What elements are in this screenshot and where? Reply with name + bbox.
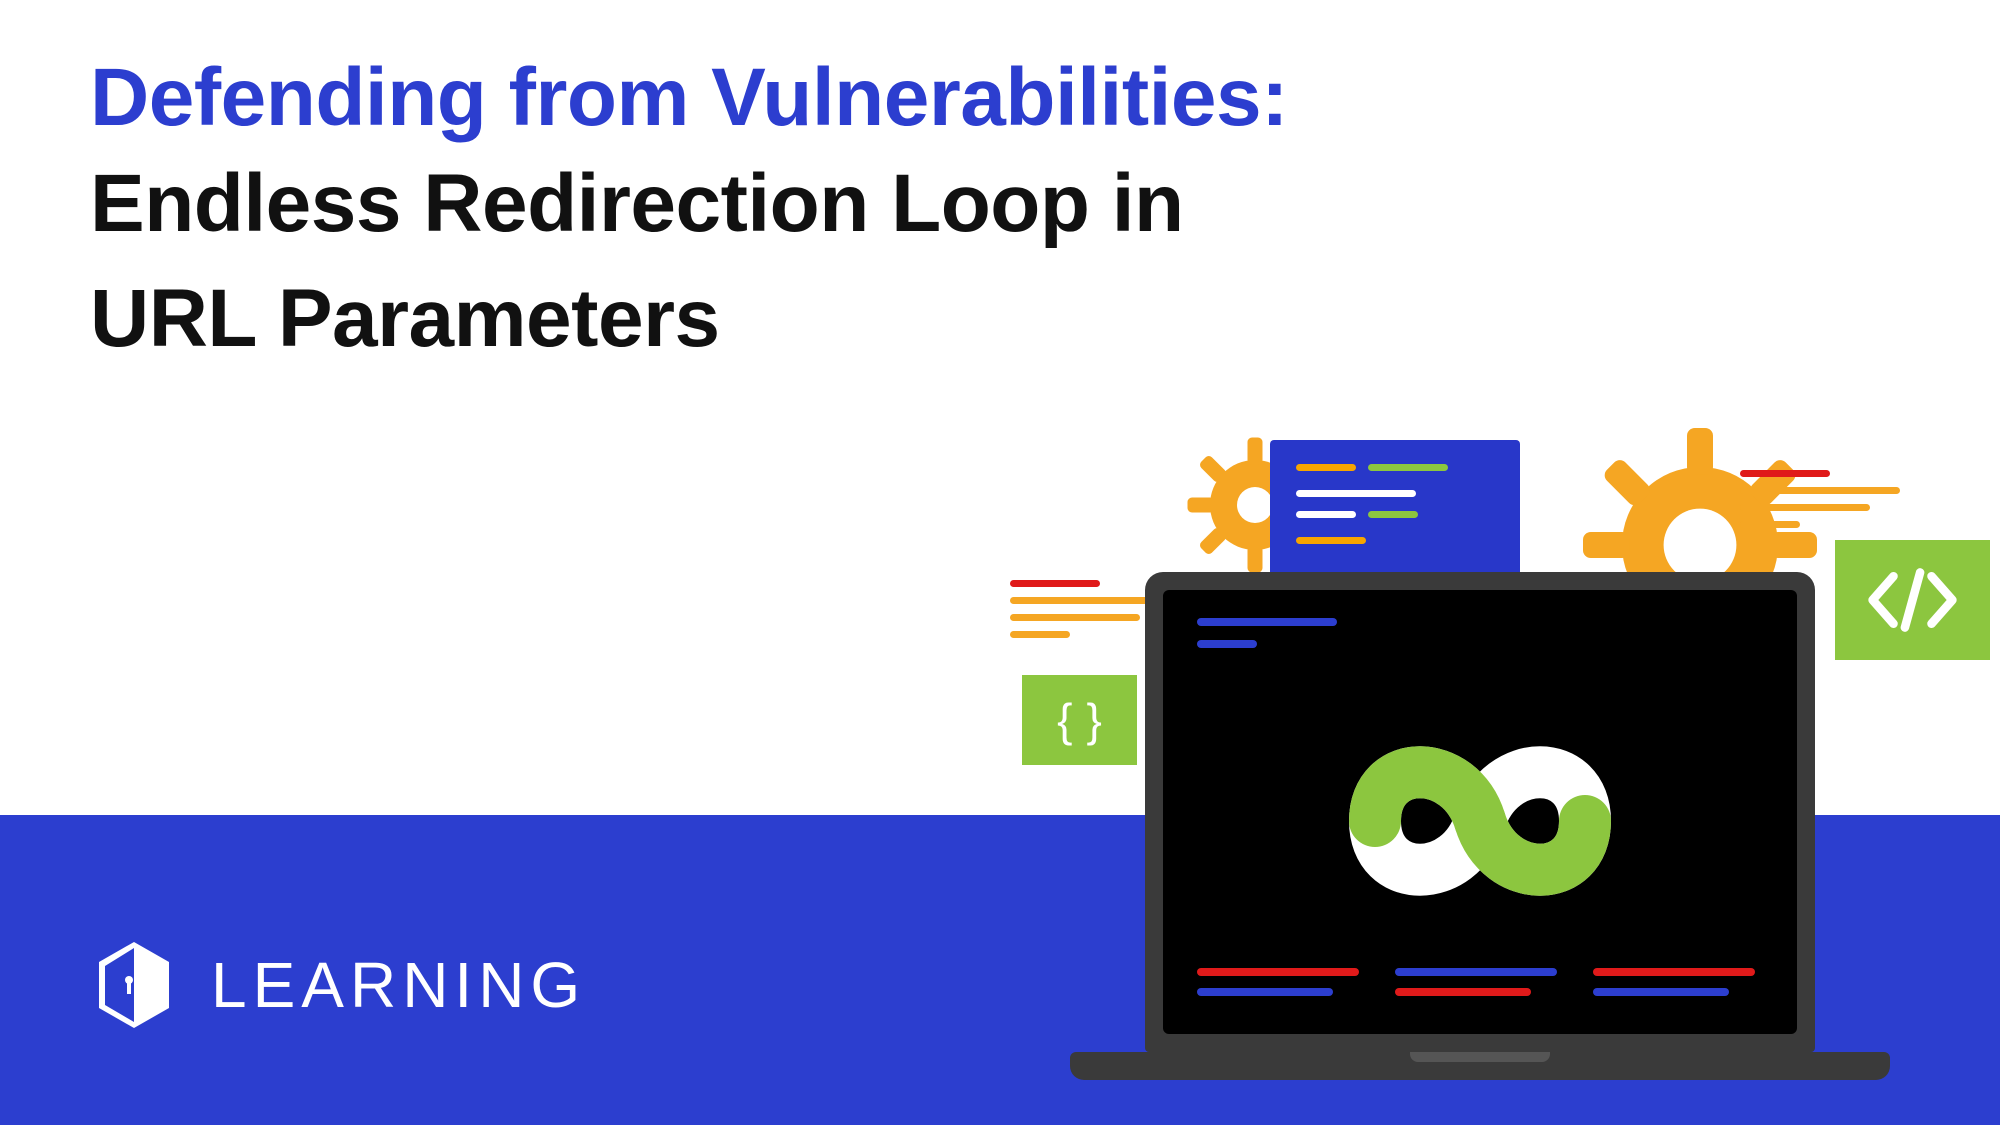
shield-hex-icon bbox=[95, 940, 173, 1030]
brand-lockup: LEARNING bbox=[95, 940, 586, 1030]
promo-card: Defending from Vulnerabilities: Endless … bbox=[0, 0, 2000, 1125]
code-lines-icon bbox=[1197, 618, 1763, 648]
laptop-screen bbox=[1163, 590, 1797, 1034]
laptop-base bbox=[1070, 1052, 1890, 1080]
brace-right: } bbox=[1087, 693, 1102, 747]
brace-left: { bbox=[1057, 693, 1072, 747]
title-line-1: Endless Redirection Loop in bbox=[90, 153, 1950, 256]
code-window-icon bbox=[1270, 440, 1520, 590]
laptop-icon bbox=[1145, 572, 1815, 1052]
brand-text: LEARNING bbox=[211, 948, 586, 1022]
illustration: { } bbox=[1030, 440, 1930, 1080]
heading-block: Defending from Vulnerabilities: Endless … bbox=[90, 55, 1950, 370]
infinity-loop-icon bbox=[1270, 721, 1690, 921]
title-line-2: URL Parameters bbox=[90, 268, 1950, 371]
code-lines-icon bbox=[1197, 968, 1763, 1008]
code-snippet-icon bbox=[1740, 470, 1910, 538]
code-tag-icon bbox=[1835, 540, 1990, 660]
kicker-text: Defending from Vulnerabilities: bbox=[90, 55, 1950, 141]
curly-braces-icon: { } bbox=[1022, 675, 1137, 765]
